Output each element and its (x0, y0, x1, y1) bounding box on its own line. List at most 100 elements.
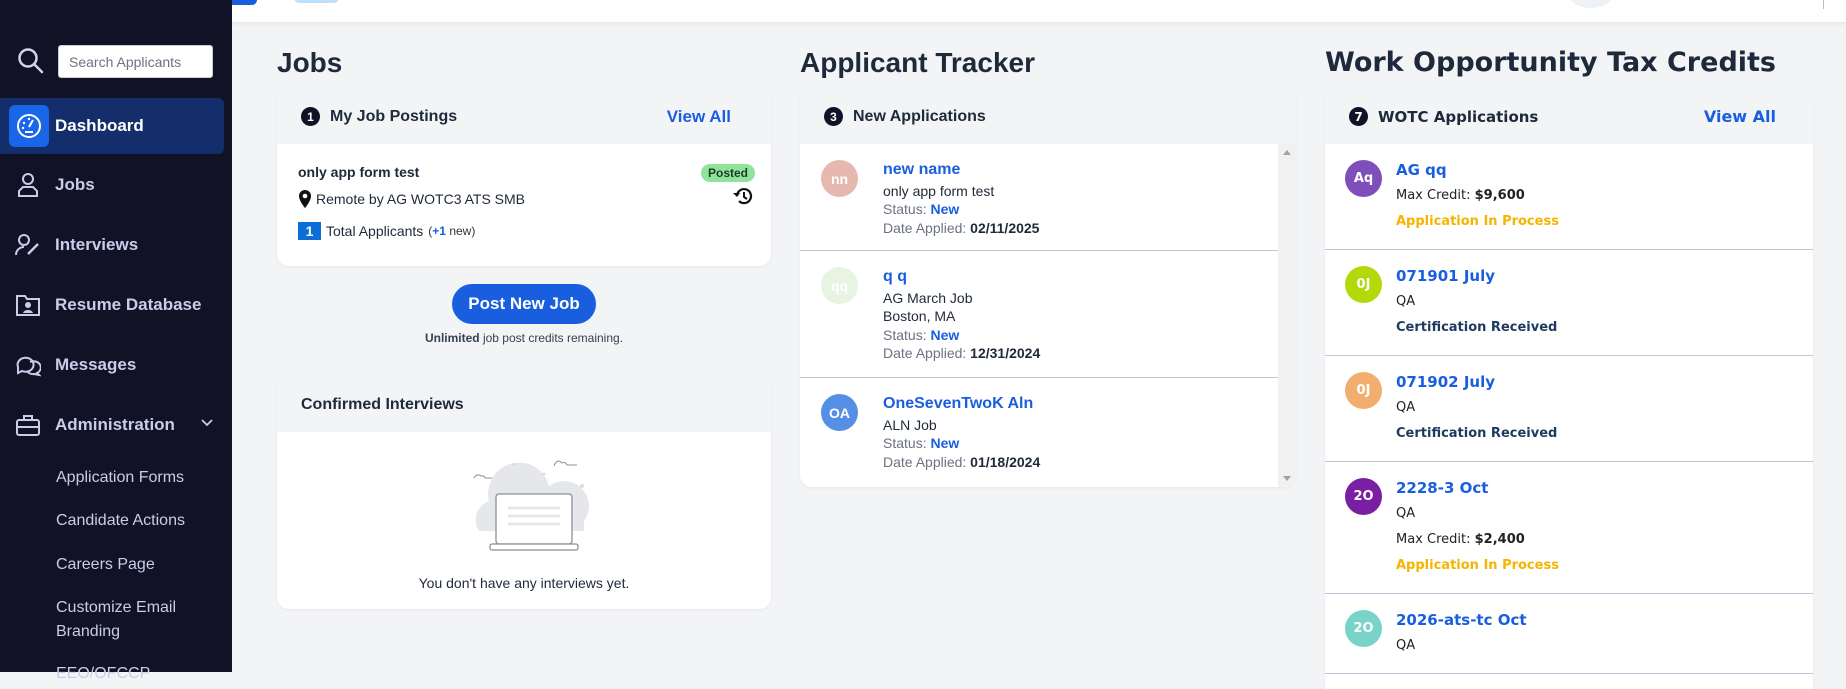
sidebar-item-label: Messages (55, 355, 137, 374)
history-icon[interactable] (732, 186, 754, 206)
sidebar-subitem-application-forms[interactable]: Application Forms (56, 466, 184, 490)
sidebar-item-resume-database[interactable]: Resume Database (0, 277, 224, 333)
wotc-name-link[interactable]: 2026-ats-tc Oct (1396, 607, 1813, 633)
applications-list: nn new name only app form test Status: New… (800, 144, 1278, 485)
posted-status-badge: Posted (700, 164, 755, 182)
applicant-job-info: only app form test (883, 182, 995, 199)
applicant-date: Date Applied: 02/11/2025 (883, 219, 1039, 238)
wotc-details: 071901 July QA Certification Received (1325, 250, 1813, 355)
job-title[interactable]: only app form test (298, 164, 419, 180)
date-label: Date Applied: (883, 453, 971, 470)
top-bar (232, 0, 1846, 22)
wotc-details: 2026-ats-tc Oct QA (1325, 594, 1813, 673)
new-applicants: (+1 new) (428, 224, 475, 238)
applicant-name-link[interactable]: OneSevenTwoK Aln (883, 395, 1040, 414)
confirmed-interviews-title: Confirmed Interviews (301, 396, 464, 413)
sidebar: Dashboard Jobs Interviews Resume Databas… (0, 0, 232, 682)
applicant-count-badge: 1 (298, 222, 321, 240)
user-avatar[interactable] (1569, 0, 1613, 8)
applicant-details: OneSevenTwoK Aln ALN Job Status: New Date … (883, 395, 1040, 471)
applicant-job-info: ALN Job (883, 416, 937, 433)
sidebar-subitem-eeo-ofccp[interactable]: EEO/OFCCP (56, 662, 150, 686)
total-applicants[interactable]: 1 Total Applicants (+1 new) (298, 222, 475, 240)
wotc-application-row[interactable]: 0J 071901 July QA Certification Received (1325, 250, 1813, 356)
applications-scrollbar[interactable] (1278, 144, 1296, 487)
wotc-avatar: 2O (1345, 478, 1382, 515)
max-credit-label: Max Credit: (1396, 188, 1475, 203)
top-bar-pill[interactable] (294, 0, 339, 3)
wotc-details: AG qq Max Credit: $9,600 Application In Pr… (1325, 144, 1813, 249)
scroll-down-arrow-icon[interactable] (1283, 476, 1291, 481)
max-credit-value: $9,600 (1474, 188, 1525, 203)
wotc-job: QA (1396, 638, 1416, 653)
applicant-name-link[interactable]: new name (883, 161, 1039, 180)
job-posting-item[interactable]: only app form test Posted Remote by AG W… (277, 144, 771, 266)
new-count: +1 (432, 224, 446, 238)
credits-remaining: Unlimited job post credits remaining. (277, 331, 771, 345)
wotc-application-row[interactable]: 0J 071902 July QA Certification Received (1325, 356, 1813, 462)
wotc-avatar: Aq (1345, 160, 1382, 197)
messages-chat-icon (10, 347, 46, 383)
jobs-person-icon (10, 167, 46, 203)
confirmed-interviews-header: Confirmed Interviews (277, 378, 771, 432)
application-row[interactable]: nn new name only app form test Status: New… (800, 144, 1278, 251)
credits-bold: Unlimited (424, 331, 480, 345)
wotc-application-row[interactable]: 2O 2026-ats-tc Oct QA (1325, 594, 1813, 674)
chevron-down-icon[interactable] (200, 417, 214, 427)
sidebar-item-administration[interactable]: Administration (0, 397, 224, 453)
applicant-avatar: nn (821, 160, 858, 197)
max-credit-value: $2,400 (1474, 532, 1525, 547)
map-pin-icon (299, 190, 311, 208)
date-value: 01/18/2024 (970, 453, 1041, 470)
applicant-job-info: Boston, MA (883, 308, 956, 324)
sidebar-subitem-candidate-actions[interactable]: Candidate Actions (56, 509, 185, 533)
wotc-heading: Work Opportunity Tax Credits (1325, 47, 1776, 78)
wotc-name-link[interactable]: AG qq (1396, 157, 1813, 183)
applicant-status: Status: New (883, 200, 1039, 219)
view-all-wotc-link[interactable]: View All (1704, 107, 1776, 126)
wotc-details: 071902 July QA Certification Received (1325, 356, 1813, 461)
wotc-list: Aq AG qq Max Credit: $9,600 Application In… (1325, 144, 1813, 674)
wotc-application-row[interactable]: Aq AG qq Max Credit: $9,600 Application In… (1325, 144, 1813, 250)
wotc-application-row[interactable]: 2O 2228-3 Oct QA Max Credit: $2,400 Applica… (1325, 462, 1813, 594)
wotc-job: QA (1396, 400, 1416, 415)
new-applications-card: 3 New Applications nn new name only app f… (800, 89, 1296, 487)
wotc-name-link[interactable]: 071902 July (1396, 369, 1813, 395)
empty-laptop-illustration (473, 460, 589, 551)
new-label: new) (445, 224, 476, 238)
applicant-details: new name only app form test Status: New Da… (883, 161, 1039, 237)
no-interviews-message: You don't have any interviews yet. (418, 575, 630, 591)
wotc-name-link[interactable]: 071901 July (1396, 263, 1813, 289)
sidebar-item-messages[interactable]: Messages (0, 337, 224, 393)
applicant-name-link[interactable]: q q (883, 268, 1040, 287)
wotc-job: QA (1396, 506, 1416, 521)
jobs-heading: Jobs (277, 47, 343, 78)
date-label: Date Applied: (883, 219, 971, 236)
sidebar-item-label: Dashboard (55, 116, 144, 135)
view-all-jobs-link[interactable]: View All (667, 107, 731, 127)
applicant-job-info: AG March Job (883, 289, 973, 306)
wotc-avatar: 0J (1345, 372, 1382, 409)
scroll-up-arrow-icon[interactable] (1283, 150, 1291, 155)
applicant-avatar: qq (821, 267, 858, 304)
date-value: 02/11/2025 (970, 219, 1040, 236)
sidebar-item-jobs[interactable]: Jobs (0, 157, 224, 213)
status-value: New (930, 435, 960, 451)
job-postings-card: 1 My Job Postings View All only app form… (277, 89, 771, 266)
wotc-name-link[interactable]: 2228-3 Oct (1396, 475, 1813, 501)
search-applicants-input[interactable] (58, 45, 213, 78)
sidebar-item-label: Resume Database (55, 295, 202, 314)
wotc-job: QA (1396, 294, 1416, 309)
sidebar-subitem-customize-email-branding[interactable]: Customize Email Branding (56, 596, 186, 644)
search-icon[interactable] (16, 46, 46, 76)
application-row[interactable]: qq q q AG March Job Boston, MA Status: New … (800, 251, 1278, 378)
sidebar-item-interviews[interactable]: Interviews (0, 217, 224, 273)
wotc-max-credit: Max Credit: $2,400 (1396, 527, 1813, 553)
sidebar-item-dashboard[interactable]: Dashboard (0, 98, 224, 154)
wotc-status: Application In Process (1396, 558, 1559, 573)
wotc-avatar: 0J (1345, 266, 1382, 303)
application-row[interactable]: OA OneSevenTwoK Aln ALN Job Status: New Da… (800, 378, 1278, 485)
post-new-job-button[interactable]: Post New Job (452, 284, 596, 324)
sidebar-subitem-careers-page[interactable]: Careers Page (56, 553, 155, 577)
sidebar-item-label: Administration (55, 415, 175, 434)
